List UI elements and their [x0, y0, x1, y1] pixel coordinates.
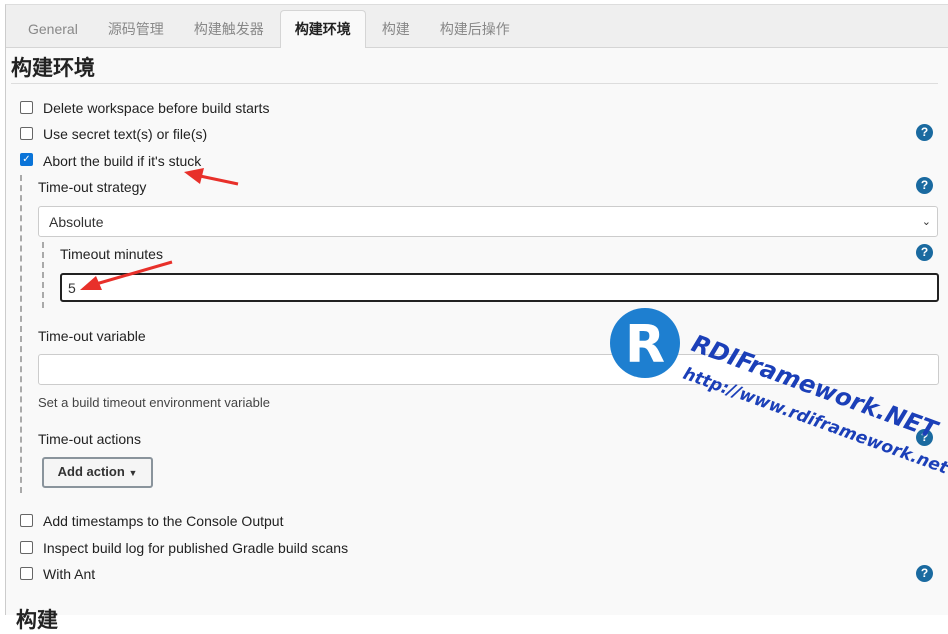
red-arrow-annotation [184, 168, 239, 186]
watermark-logo: R RDIFramework.NET http://www.rdiframewo… [610, 308, 948, 479]
annotation-overlay: R RDIFramework.NET http://www.rdiframewo… [80, 168, 948, 479]
red-arrow-annotation [80, 260, 173, 290]
svg-text:R: R [625, 315, 665, 375]
